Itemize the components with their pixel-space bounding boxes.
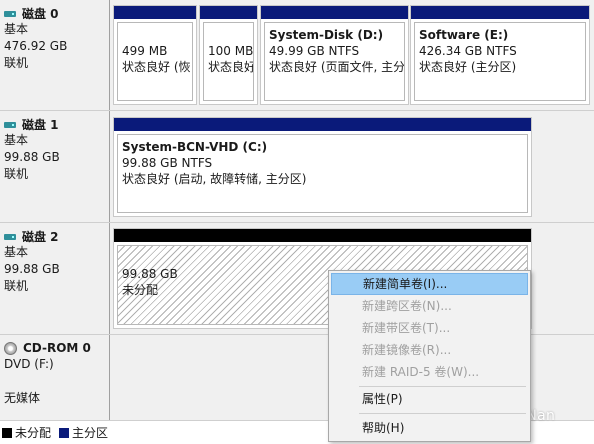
partition-title: System-BCN-VHD (C:) <box>122 140 268 154</box>
partition-size: 499 MB <box>122 44 168 58</box>
partition-status: 状态良好 (恢 <box>122 60 191 74</box>
disk-2-name: 磁盘 2 <box>4 228 109 244</box>
partition-size: 426.34 GB NTFS <box>419 44 517 58</box>
disk-0-status: 联机 <box>4 56 29 70</box>
cdrom-media: 无媒体 <box>4 391 41 405</box>
partition-status: 状态良好 (主分区) <box>419 60 517 74</box>
disk-1-size: 99.88 GB <box>4 150 60 164</box>
primary-partition-bar <box>114 6 196 19</box>
cdrom-label-panel[interactable]: CD-ROM 0 DVD (F:) 无媒体 <box>0 335 110 420</box>
menu-item-help[interactable]: 帮助(H) <box>331 417 528 439</box>
unallocated-partition-bar <box>114 229 531 242</box>
partition-status: 状态良好 <box>208 60 254 74</box>
partition-title: System-Disk (D:) <box>269 28 384 42</box>
menu-item-new-mirrored-volume[interactable]: 新建镜像卷(R)... <box>331 339 528 361</box>
primary-swatch <box>59 427 70 438</box>
disk-1-type: 基本 <box>4 133 29 147</box>
legend-unallocated: 未分配 <box>2 424 51 441</box>
disk-1-label-panel[interactable]: 磁盘 1 基本 99.88 GB 联机 <box>0 111 110 222</box>
disk-1-name: 磁盘 1 <box>4 116 109 132</box>
primary-partition-bar <box>114 118 531 131</box>
partition-efi[interactable]: 100 MB 状态良好 <box>199 5 258 105</box>
hdd-icon <box>4 121 16 128</box>
disk-0-type: 基本 <box>4 22 29 36</box>
disk-0-size: 476.92 GB <box>4 39 68 53</box>
hdd-icon <box>4 233 16 240</box>
menu-item-new-simple-volume[interactable]: 新建简单卷(I)... <box>331 273 528 295</box>
primary-partition-bar <box>200 6 257 19</box>
partition-size: 99.88 GB NTFS <box>122 156 213 170</box>
primary-partition-bar <box>261 6 408 19</box>
disk-2-status: 联机 <box>4 279 29 293</box>
cd-rom-icon <box>4 341 17 355</box>
disk-2-type: 基本 <box>4 245 29 259</box>
menu-separator <box>359 386 526 387</box>
disk-1-status: 联机 <box>4 167 29 181</box>
cdrom-drive: DVD (F:) <box>4 357 54 371</box>
partition-system-disk-d[interactable]: System-Disk (D:) 49.99 GB NTFS 状态良好 (页面文… <box>260 5 409 105</box>
disk-0-label-panel[interactable]: 磁盘 0 基本 476.92 GB 联机 <box>0 0 110 110</box>
disk-0-name: 磁盘 0 <box>4 5 109 21</box>
menu-item-new-raid5-volume[interactable]: 新建 RAID-5 卷(W)... <box>331 361 528 383</box>
primary-partition-bar <box>411 6 589 19</box>
context-menu: 新建简单卷(I)... 新建跨区卷(N)... 新建带区卷(T)... 新建镜像… <box>328 270 531 442</box>
partition-status: 状态良好 (页面文件, 主分 <box>269 60 405 74</box>
menu-separator <box>359 413 526 414</box>
disk-row-1: 磁盘 1 基本 99.88 GB 联机 System-BCN-VHD (C:) … <box>0 111 594 223</box>
disk-2-label-panel[interactable]: 磁盘 2 基本 99.88 GB 联机 <box>0 223 110 334</box>
unallocated-swatch <box>2 427 12 438</box>
partition-software-e[interactable]: Software (E:) 426.34 GB NTFS 状态良好 (主分区) <box>410 5 590 105</box>
menu-item-new-spanned-volume[interactable]: 新建跨区卷(N)... <box>331 295 528 317</box>
partition-system-bcn-vhd-c[interactable]: System-BCN-VHD (C:) 99.88 GB NTFS 状态良好 (… <box>113 117 532 217</box>
hdd-icon <box>4 10 16 17</box>
cdrom-name: CD-ROM 0 <box>4 340 109 356</box>
partition-status: 状态良好 (启动, 故障转储, 主分区) <box>122 172 307 186</box>
partition-title: Software (E:) <box>419 28 509 42</box>
legend-primary: 主分区 <box>59 424 108 441</box>
disk-row-0: 磁盘 0 基本 476.92 GB 联机 499 MB 状态良好 (恢 100 … <box>0 0 594 111</box>
menu-item-properties[interactable]: 属性(P) <box>331 388 528 410</box>
partition-recovery[interactable]: 499 MB 状态良好 (恢 <box>113 5 197 105</box>
disk-2-size: 99.88 GB <box>4 262 60 276</box>
partition-size: 100 MB <box>208 44 254 58</box>
menu-item-new-striped-volume[interactable]: 新建带区卷(T)... <box>331 317 528 339</box>
partition-size: 49.99 GB NTFS <box>269 44 360 58</box>
